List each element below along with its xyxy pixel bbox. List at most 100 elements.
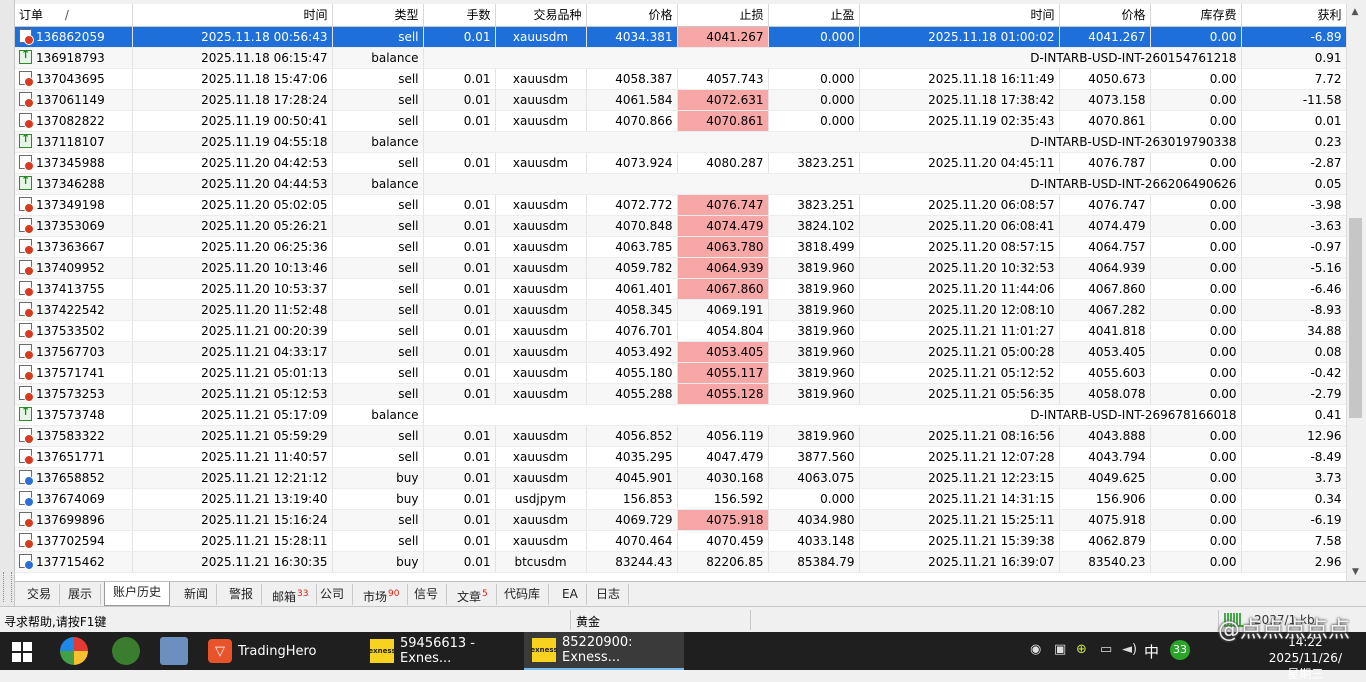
table-row[interactable]: 137353069 2025.11.20 05:26:21 sell 0.01 xauu… [15,215,1346,237]
tab-4[interactable]: 警报 [221,584,263,605]
table-row[interactable]: 137702594 2025.11.21 15:28:11 sell 0.01 xauu… [15,530,1346,552]
order-number: 137409952 [36,261,105,275]
qq-icon[interactable]: ◉ [1030,642,1041,657]
terminal-drag-grip[interactable] [3,572,12,602]
cell-lots: 0.01 [423,299,496,321]
green-app-icon[interactable] [112,637,140,665]
table-row[interactable]: 137082822 2025.11.19 00:50:41 sell 0.01 xauu… [15,110,1346,132]
cell-symbol: xauusdm [495,341,587,363]
col-header-close-price[interactable]: 价格 [1059,4,1151,27]
cell-type: balance [332,173,424,195]
table-row[interactable]: 136862059 2025.11.18 00:56:43 sell 0.01 xauu… [15,26,1346,48]
scroll-up-arrow-icon[interactable]: ▲ [1347,4,1363,21]
cell-open-time: 2025.11.21 11:40:57 [132,446,333,468]
col-header-open-time[interactable]: 时间 [132,4,333,27]
table-row[interactable]: 137573253 2025.11.21 05:12:53 sell 0.01 xauu… [15,383,1346,405]
table-row[interactable]: 137573748 2025.11.21 05:17:09balanceD-INT… [15,404,1346,426]
table-row[interactable]: 137583322 2025.11.21 05:59:29 sell 0.01 xauu… [15,425,1346,447]
cell-order: 137715462 [15,551,133,573]
tab-12[interactable]: 日志 [588,584,630,605]
col-header-order[interactable]: 订单 / [15,4,133,27]
cell-price: 4056.852 [586,425,678,447]
table-row[interactable]: 137699896 2025.11.21 15:16:24 sell 0.01 xauu… [15,509,1346,531]
network-icon[interactable]: ▭ [1100,642,1112,657]
cell-close-time: 2025.11.18 16:11:49 [859,68,1060,90]
cell-take-profit: 4034.980 [768,509,860,531]
table-row[interactable]: 137571741 2025.11.21 05:01:13 sell 0.01 xauu… [15,362,1346,384]
table-row[interactable]: 137043695 2025.11.18 15:47:06 sell 0.01 xauu… [15,68,1346,90]
scroll-thumb[interactable] [1349,218,1362,418]
tab-2[interactable]: 账户历史 [104,582,171,606]
tab-9[interactable]: 文章5 [449,584,497,605]
cell-close-price: 4067.282 [1059,299,1151,321]
table-row[interactable]: 137363667 2025.11.20 06:25:36 sell 0.01 xauu… [15,236,1346,258]
col-header-sl[interactable]: 止损 [677,4,769,27]
tab-11[interactable]: EA [554,584,587,605]
table-row[interactable]: 137346288 2025.11.20 04:44:53balanceD-INT… [15,173,1346,195]
vertical-scrollbar[interactable]: ▲ ▼ [1346,4,1363,581]
cell-close-time: 2025.11.21 11:01:27 [859,320,1060,342]
cell-open-time: 2025.11.21 04:33:17 [132,341,333,363]
volume-icon[interactable]: ◄) [1122,642,1137,657]
taskbar-app-tradinghero[interactable]: ▽ TradingHero [200,632,358,670]
ime-indicator[interactable]: 中 [1144,641,1159,662]
browser-icon[interactable] [60,637,88,665]
table-row[interactable]: 137715462 2025.11.21 16:30:35 buy 0.01 btcus… [15,551,1346,573]
col-header-tp[interactable]: 止盈 [768,4,860,27]
table-row[interactable]: 137533502 2025.11.21 00:20:39 sell 0.01 xauu… [15,320,1346,342]
tab-8[interactable]: 信号 [406,584,448,605]
col-header-price[interactable]: 价格 [586,4,678,27]
tab-3[interactable]: 新闻 [176,584,218,605]
printer-icon[interactable]: ▣ [1054,642,1066,657]
table-row[interactable]: 137118107 2025.11.19 04:55:18balanceD-INT… [15,131,1346,153]
tab-label: 警报 [229,587,254,601]
tab-7[interactable]: 市场90 [355,584,409,605]
sell-deal-icon [19,29,34,45]
table-row[interactable]: 137674069 2025.11.21 13:19:40 buy 0.01 usdjp… [15,488,1346,510]
scroll-down-arrow-icon[interactable]: ▼ [1347,564,1364,581]
table-row[interactable]: 137651771 2025.11.21 11:40:57 sell 0.01 xauu… [15,446,1346,468]
tab-10[interactable]: 代码库 [496,584,550,605]
col-header-symbol[interactable]: 交易品种 [495,4,587,27]
table-row[interactable]: 137345988 2025.11.20 04:42:53 sell 0.01 xauu… [15,152,1346,174]
cell-swap: 0.00 [1150,551,1242,573]
table-row[interactable]: 137422542 2025.11.20 11:52:48 sell 0.01 xauu… [15,299,1346,321]
col-header-swap[interactable]: 库存费 [1150,4,1242,27]
taskbar-app-exness-85220900[interactable]: exness 85220900: Exness... [524,632,684,670]
col-header-close-time[interactable]: 时间 [859,4,1060,27]
tab-6[interactable]: 公司 [312,584,354,605]
cell-type: sell [332,530,424,552]
table-row[interactable]: 137413755 2025.11.20 10:53:37 sell 0.01 xauu… [15,278,1346,300]
cell-take-profit: 3819.960 [768,383,860,405]
windows-start-icon[interactable] [12,642,32,662]
cell-close-time: 2025.11.18 17:38:42 [859,89,1060,111]
col-header-type[interactable]: 类型 [332,4,424,27]
plus-app-icon[interactable]: ⊕ [1076,642,1087,657]
cell-take-profit: 3824.102 [768,215,860,237]
taskbar-app-exness-59456613[interactable]: exness 59456613 - Exnes... [362,632,522,670]
cell-close-price: 4075.918 [1059,509,1151,531]
col-header-profit[interactable]: 获利 [1241,4,1346,27]
col-header-lots[interactable]: 手数 [423,4,496,27]
table-row[interactable]: 137409952 2025.11.20 10:13:46 sell 0.01 xauu… [15,257,1346,279]
cell-stop-loss: 4047.479 [677,446,769,468]
cell-lots: 0.01 [423,110,496,132]
cell-take-profit: 3877.560 [768,446,860,468]
cell-order: 137583322 [15,425,133,447]
cell-type: sell [332,320,424,342]
cell-take-profit: 3819.960 [768,341,860,363]
cell-symbol: xauusdm [495,425,587,447]
table-row[interactable]: 137349198 2025.11.20 05:02:05 sell 0.01 xauu… [15,194,1346,216]
calculator-icon[interactable] [160,637,188,665]
notification-badge[interactable]: 33 [1170,640,1190,660]
table-row[interactable]: 137658852 2025.11.21 12:21:12 buy 0.01 xauus… [15,467,1346,489]
tab-1[interactable]: 展示 [60,584,102,605]
table-header-row: 订单 / 时间 类型 手数 交易品种 价格 止损 止盈 时间 价格 库存费 获利 [15,4,1346,27]
tab-5[interactable]: 邮箱33 [264,584,318,605]
table-row[interactable]: 137567703 2025.11.21 04:33:17 sell 0.01 xauu… [15,341,1346,363]
cell-close-price: 83540.23 [1059,551,1151,573]
table-row[interactable]: 136918793 2025.11.18 06:15:47balanceD-INT… [15,47,1346,69]
table-row[interactable]: 137061149 2025.11.18 17:28:24 sell 0.01 xauu… [15,89,1346,111]
tab-0[interactable]: 交易 [19,584,61,605]
cell-close-time: 2025.11.21 15:39:38 [859,530,1060,552]
